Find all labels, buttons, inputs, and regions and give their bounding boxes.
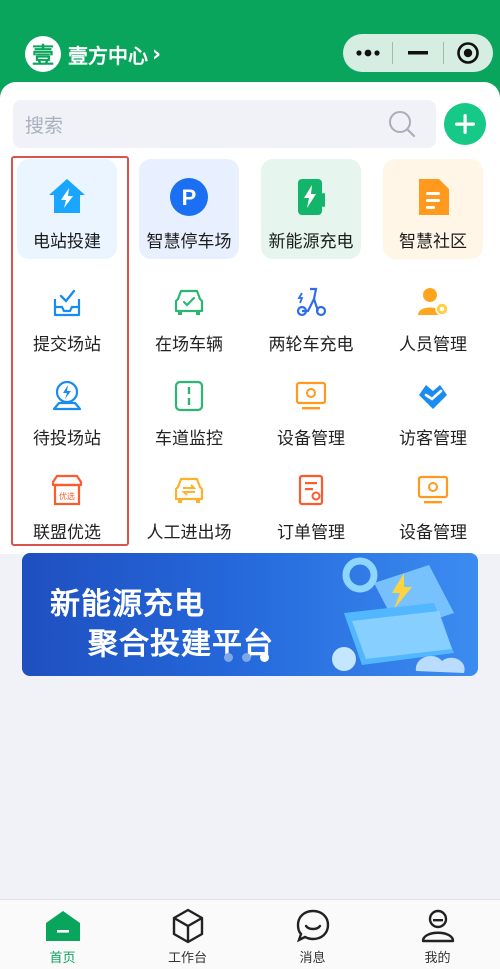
feature-tile-label: 智慧停车场 bbox=[146, 232, 232, 252]
grid-item-pending-station[interactable]: 待投场站 bbox=[7, 378, 127, 464]
document-icon bbox=[411, 175, 455, 219]
grid-item-label: 人工进出场 bbox=[146, 523, 232, 543]
grid-item-visitor-management[interactable]: 访客管理 bbox=[373, 378, 493, 464]
handshake-icon bbox=[415, 378, 451, 414]
tab-workbench[interactable]: 工作台 bbox=[125, 900, 250, 969]
car-check-icon bbox=[171, 284, 207, 320]
grid-item-device-management[interactable]: 设备管理 bbox=[251, 378, 371, 464]
venue-name: 壹方中心 bbox=[68, 43, 148, 68]
tab-home[interactable]: 首页 bbox=[0, 900, 125, 969]
user-icon bbox=[419, 908, 457, 944]
tab-profile[interactable]: 我的 bbox=[375, 900, 500, 969]
tab-label: 首页 bbox=[49, 951, 76, 966]
svg-text:P: P bbox=[182, 185, 197, 210]
record-icon bbox=[457, 42, 480, 64]
search-placeholder: 搜索 bbox=[25, 114, 64, 137]
search-icon[interactable] bbox=[388, 110, 416, 138]
grid-item-manual-entry-exit[interactable]: 人工进出场 bbox=[129, 472, 249, 558]
device-icon bbox=[293, 378, 329, 414]
chevron-right-icon: › bbox=[152, 41, 162, 67]
grid-item-label: 两轮车充电 bbox=[268, 335, 354, 355]
carousel-indicator bbox=[224, 653, 269, 662]
grid-item-submit-station[interactable]: 提交场站 bbox=[7, 284, 127, 370]
svg-text:优选: 优选 bbox=[59, 491, 75, 501]
mini-program-capsule bbox=[343, 34, 493, 72]
grid-item-label: 待投场站 bbox=[33, 429, 101, 449]
tab-label: 我的 bbox=[424, 951, 451, 966]
feature-tile-label: 新能源充电 bbox=[268, 232, 354, 252]
venue-selector[interactable]: 壹 壹方中心 › bbox=[25, 36, 161, 72]
grid-item-ebike-charging[interactable]: 两轮车充电 bbox=[251, 284, 371, 370]
more-dots-icon bbox=[356, 49, 380, 57]
grid-item-staff-management[interactable]: 人员管理 bbox=[373, 284, 493, 370]
cube-icon bbox=[169, 908, 207, 944]
grid-item-label: 访客管理 bbox=[399, 429, 467, 449]
plus-icon bbox=[455, 114, 475, 134]
feature-tile-smart-parking[interactable]: P 智慧停车场 bbox=[139, 159, 239, 259]
carousel-dot-active[interactable] bbox=[260, 653, 269, 662]
feature-tile-label: 电站投建 bbox=[33, 232, 101, 252]
grid-item-label: 提交场站 bbox=[33, 335, 101, 355]
device-icon bbox=[415, 472, 451, 508]
grid-item-label: 订单管理 bbox=[277, 523, 345, 543]
charging-pile-icon bbox=[289, 175, 333, 219]
feature-tile-station-build[interactable]: 电站投建 bbox=[17, 159, 117, 259]
venue-logo: 壹 bbox=[25, 36, 61, 72]
close-button[interactable] bbox=[444, 34, 493, 72]
map-bolt-icon bbox=[49, 378, 85, 414]
grid-item-label: 设备管理 bbox=[277, 429, 345, 449]
home-icon bbox=[44, 908, 82, 944]
grid-item-device-management-2[interactable]: 设备管理 bbox=[373, 472, 493, 558]
house-bolt-icon bbox=[45, 175, 89, 219]
order-icon bbox=[293, 472, 329, 508]
search-bar[interactable]: 搜索 bbox=[13, 100, 436, 148]
tab-messages[interactable]: 消息 bbox=[250, 900, 375, 969]
tab-label: 工作台 bbox=[167, 951, 207, 966]
add-button[interactable] bbox=[444, 103, 486, 145]
grid-item-label: 车道监控 bbox=[155, 429, 223, 449]
feature-tile-smart-community[interactable]: 智慧社区 bbox=[383, 159, 483, 259]
grid-item-lane-monitoring[interactable]: 车道监控 bbox=[129, 378, 249, 464]
carousel-dot[interactable] bbox=[224, 653, 233, 662]
scooter-icon bbox=[293, 284, 329, 320]
more-button[interactable] bbox=[343, 34, 392, 72]
inbox-check-icon bbox=[49, 284, 85, 320]
grid-item-label: 在场车辆 bbox=[155, 335, 223, 355]
bottom-tab-bar: 首页 工作台 消息 我的 bbox=[0, 899, 500, 969]
chat-icon bbox=[294, 908, 332, 944]
grid-item-vehicles-on-site[interactable]: 在场车辆 bbox=[129, 284, 249, 370]
minimize-button[interactable] bbox=[393, 34, 442, 72]
minus-icon bbox=[407, 51, 428, 55]
tab-label: 消息 bbox=[299, 951, 326, 966]
carousel-dot[interactable] bbox=[242, 653, 251, 662]
user-gear-icon bbox=[415, 284, 451, 320]
parking-icon: P bbox=[167, 175, 211, 219]
car-swap-icon bbox=[171, 472, 207, 508]
grid-item-alliance-select[interactable]: 优选 联盟优选 bbox=[7, 472, 127, 558]
promo-banner[interactable]: 新能源充电 聚合投建平台 bbox=[22, 553, 478, 676]
folder-illustration-icon bbox=[332, 557, 465, 673]
shop-icon: 优选 bbox=[49, 472, 85, 508]
grid-item-order-management[interactable]: 订单管理 bbox=[251, 472, 371, 558]
grid-item-label: 人员管理 bbox=[399, 335, 467, 355]
lane-icon bbox=[171, 378, 207, 414]
grid-item-label: 设备管理 bbox=[399, 523, 467, 543]
grid-item-label: 联盟优选 bbox=[33, 523, 101, 543]
feature-tile-label: 智慧社区 bbox=[399, 232, 467, 252]
feature-tile-ev-charging[interactable]: 新能源充电 bbox=[261, 159, 361, 259]
banner-title: 新能源充电 bbox=[50, 587, 205, 622]
